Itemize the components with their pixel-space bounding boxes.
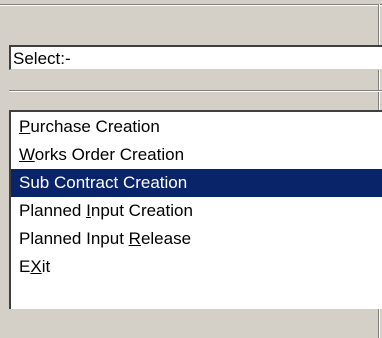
menu-listbox[interactable]: Purchase Creation Works Order Creation S… <box>9 110 382 309</box>
mnemonic-underline: R <box>128 229 141 248</box>
mnemonic-underline: I <box>86 201 91 220</box>
list-item-label: Sub Contract Creation <box>19 173 188 192</box>
mnemonic-underline: X <box>30 257 42 276</box>
list-item-label: Works Order Creation <box>19 145 185 164</box>
mnemonic-underline: P <box>19 117 31 136</box>
list-item-exit[interactable]: EXit <box>11 253 382 281</box>
section-separator <box>9 90 382 92</box>
list-item-planned-input-creation[interactable]: Planned Input Creation <box>11 197 382 225</box>
list-item-label: EXit <box>19 257 51 276</box>
mnemonic-underline: W <box>19 145 35 164</box>
select-combo-box[interactable]: Select:- <box>9 45 382 70</box>
list-item-label: Planned Input Release <box>19 229 192 248</box>
list-item-label: Planned Input Creation <box>19 201 193 220</box>
select-combo-value: Select:- <box>13 49 71 68</box>
list-item-sub-contract-creation[interactable]: Sub Contract Creation <box>11 169 382 197</box>
list-item-label: Purchase Creation <box>19 117 160 136</box>
list-item-planned-input-release[interactable]: Planned Input Release <box>11 225 382 253</box>
top-separator <box>0 4 382 6</box>
list-item-works-order-creation[interactable]: Works Order Creation <box>11 141 382 169</box>
list-item-purchase-creation[interactable]: Purchase Creation <box>11 113 382 141</box>
